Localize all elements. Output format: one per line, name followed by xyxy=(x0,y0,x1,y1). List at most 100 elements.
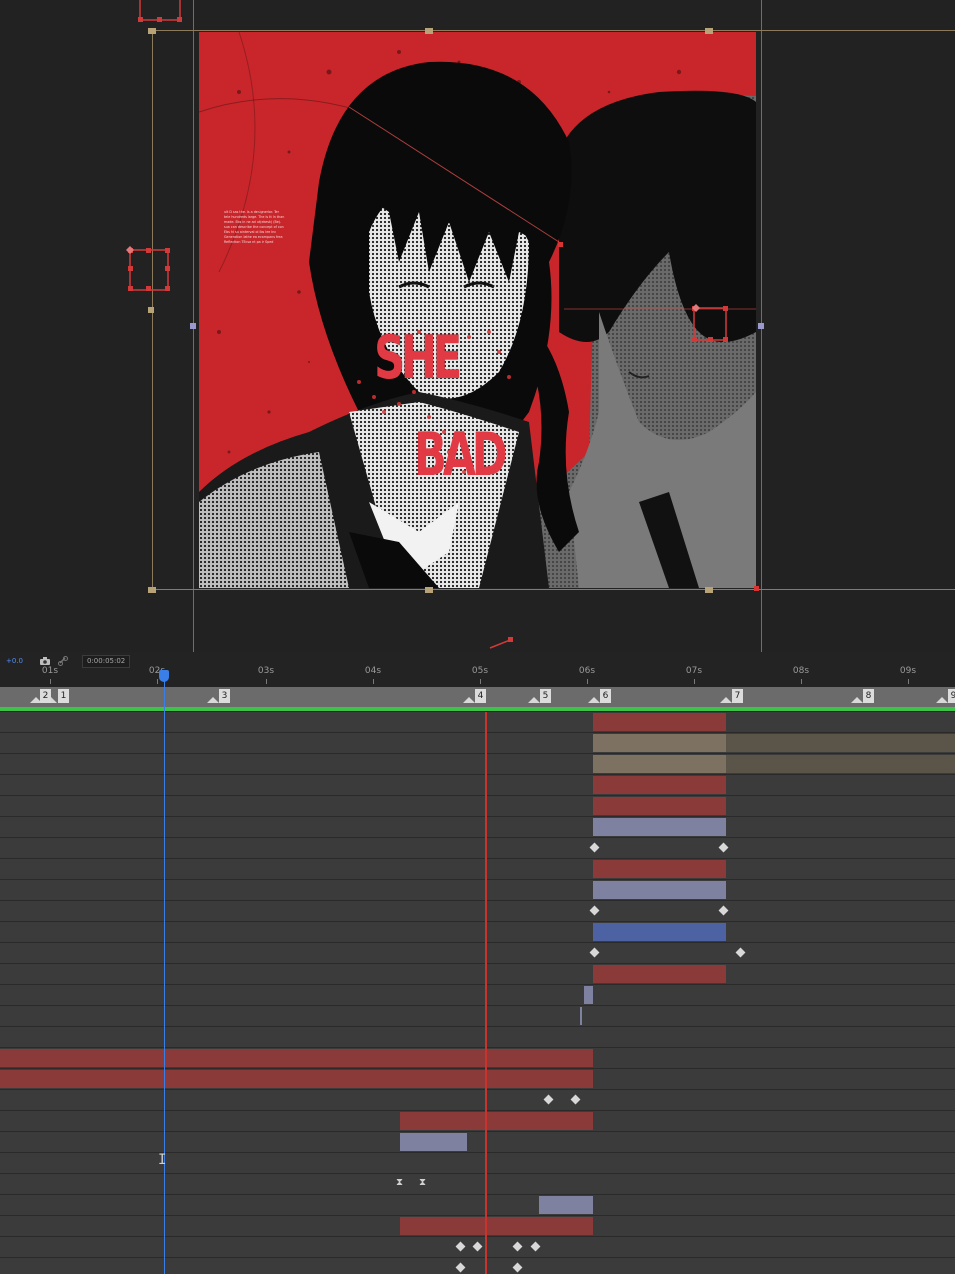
layer-duration-bar[interactable] xyxy=(593,755,726,773)
keyframe[interactable] xyxy=(589,842,600,853)
layer-track[interactable] xyxy=(0,1090,955,1111)
layer-duration-bar[interactable] xyxy=(0,1070,593,1088)
layer-track[interactable] xyxy=(0,1069,955,1090)
layer-duration-bar[interactable] xyxy=(593,818,726,836)
playhead-icon[interactable] xyxy=(159,670,169,682)
keyframe[interactable] xyxy=(589,905,600,916)
comp-marker[interactable]: 3 xyxy=(219,689,230,703)
layer-track[interactable] xyxy=(0,775,955,796)
transform-handle[interactable] xyxy=(705,587,713,593)
transform-handle[interactable] xyxy=(425,587,433,593)
comp-marker[interactable]: 1 xyxy=(58,689,69,703)
hold-keyframe-icon[interactable]: ⧗ xyxy=(419,1177,426,1188)
keyframe[interactable] xyxy=(589,947,600,958)
keyframe[interactable] xyxy=(530,1241,541,1252)
layer-track[interactable] xyxy=(0,1195,955,1216)
comp-marker[interactable]: 4 xyxy=(475,689,486,703)
path-handle[interactable] xyxy=(558,242,563,247)
keyframe[interactable] xyxy=(718,905,729,916)
guide-handle[interactable] xyxy=(190,323,196,329)
comp-marker[interactable]: 5 xyxy=(540,689,551,703)
transform-handle[interactable] xyxy=(148,307,154,313)
layer-track[interactable] xyxy=(0,838,955,859)
path-handle[interactable] xyxy=(754,586,759,591)
layer-duration-bar[interactable] xyxy=(726,755,955,773)
transform-handle[interactable] xyxy=(148,28,156,34)
layer-track[interactable] xyxy=(0,796,955,817)
layer-track[interactable] xyxy=(0,859,955,880)
keyframe[interactable] xyxy=(735,947,746,958)
keyframe[interactable] xyxy=(472,1241,483,1252)
layer-duration-bar[interactable] xyxy=(400,1112,593,1130)
artwork-title-line1[interactable]: SHE xyxy=(374,328,475,388)
offset-value[interactable]: +0.0 xyxy=(6,657,23,665)
layer-track[interactable] xyxy=(0,964,955,985)
layer-duration-bar[interactable] xyxy=(593,923,726,941)
layer-track[interactable] xyxy=(0,1027,955,1048)
transform-handle[interactable] xyxy=(705,28,713,34)
keyframe[interactable] xyxy=(570,1094,581,1105)
comp-marker[interactable]: 9 xyxy=(948,689,955,703)
current-time-indicator[interactable] xyxy=(485,712,487,1274)
layer-duration-bar[interactable] xyxy=(593,881,726,899)
layer-track[interactable] xyxy=(0,733,955,754)
keyframe[interactable] xyxy=(512,1241,523,1252)
anchor-point-box[interactable] xyxy=(124,244,174,294)
marker-bar[interactable]: 2 1 3 4 5 6 7 8 9 xyxy=(0,687,955,707)
layer-duration-bar[interactable] xyxy=(593,860,726,878)
comp-marker[interactable]: 7 xyxy=(732,689,743,703)
playhead-line[interactable] xyxy=(164,672,165,1274)
anchor-point-box[interactable] xyxy=(136,0,186,26)
time-ruler[interactable]: 01s 02s 03s 04s 05s 06s 07s 08s 09s xyxy=(0,666,955,686)
layer-track[interactable] xyxy=(0,817,955,838)
layer-track[interactable]: ⧗ ⧗ xyxy=(0,1174,955,1195)
layer-duration-bar[interactable] xyxy=(584,986,593,1004)
layer-track[interactable] xyxy=(0,943,955,964)
layer-duration-bar[interactable] xyxy=(593,965,726,983)
layer-track[interactable] xyxy=(0,901,955,922)
layer-duration-bar[interactable] xyxy=(0,1049,593,1067)
layer-duration-bar[interactable] xyxy=(593,734,726,752)
work-area-bar[interactable] xyxy=(0,707,955,711)
anchor-point-box[interactable] xyxy=(688,302,732,346)
layer-duration-bar[interactable] xyxy=(400,1217,593,1235)
layer-track[interactable] xyxy=(0,1237,955,1258)
layer-track[interactable] xyxy=(0,754,955,775)
layer-track[interactable] xyxy=(0,1153,955,1174)
layer-duration-bar[interactable] xyxy=(593,776,726,794)
layer-duration-bar[interactable] xyxy=(726,734,955,752)
guide-handle[interactable] xyxy=(758,323,764,329)
comp-marker[interactable]: 6 xyxy=(600,689,611,703)
layer-track[interactable] xyxy=(0,1132,955,1153)
transform-handle[interactable] xyxy=(425,28,433,34)
keyframe[interactable] xyxy=(455,1262,466,1273)
keyframe[interactable] xyxy=(512,1262,523,1273)
layer-duration-bar[interactable] xyxy=(593,797,726,815)
chain-icon[interactable] xyxy=(58,656,68,666)
layer-track[interactable] xyxy=(0,1006,955,1027)
layer-track[interactable] xyxy=(0,880,955,901)
transform-handle[interactable] xyxy=(148,587,156,593)
hold-keyframe-icon[interactable]: ⧗ xyxy=(396,1177,403,1188)
layer-duration-bar[interactable] xyxy=(400,1133,467,1151)
artwork-title-line2[interactable]: BAD xyxy=(414,420,508,490)
comp-marker[interactable]: 8 xyxy=(863,689,874,703)
composition-viewer[interactable]: ult D sas the. is a designerlar. Ter tel… xyxy=(0,0,955,652)
layer-duration-bar[interactable] xyxy=(593,713,726,731)
layer-duration-bar[interactable] xyxy=(580,1007,582,1025)
keyframe[interactable] xyxy=(718,842,729,853)
comp-marker[interactable]: 2 xyxy=(40,689,51,703)
layer-duration-bar[interactable] xyxy=(539,1196,593,1214)
layer-track[interactable] xyxy=(0,1258,955,1274)
timeline-panel[interactable]: +0.0 0:00:05:02 01s 02s 03s 04s 05s 06s … xyxy=(0,652,955,1274)
path-handle[interactable] xyxy=(488,634,518,652)
layer-track[interactable] xyxy=(0,985,955,1006)
layer-track[interactable] xyxy=(0,1048,955,1069)
keyframe[interactable] xyxy=(455,1241,466,1252)
camera-icon[interactable] xyxy=(40,657,50,665)
keyframe[interactable] xyxy=(543,1094,554,1105)
layer-track[interactable] xyxy=(0,922,955,943)
layer-track[interactable] xyxy=(0,1111,955,1132)
layer-track[interactable] xyxy=(0,1216,955,1237)
layer-track[interactable] xyxy=(0,712,955,733)
